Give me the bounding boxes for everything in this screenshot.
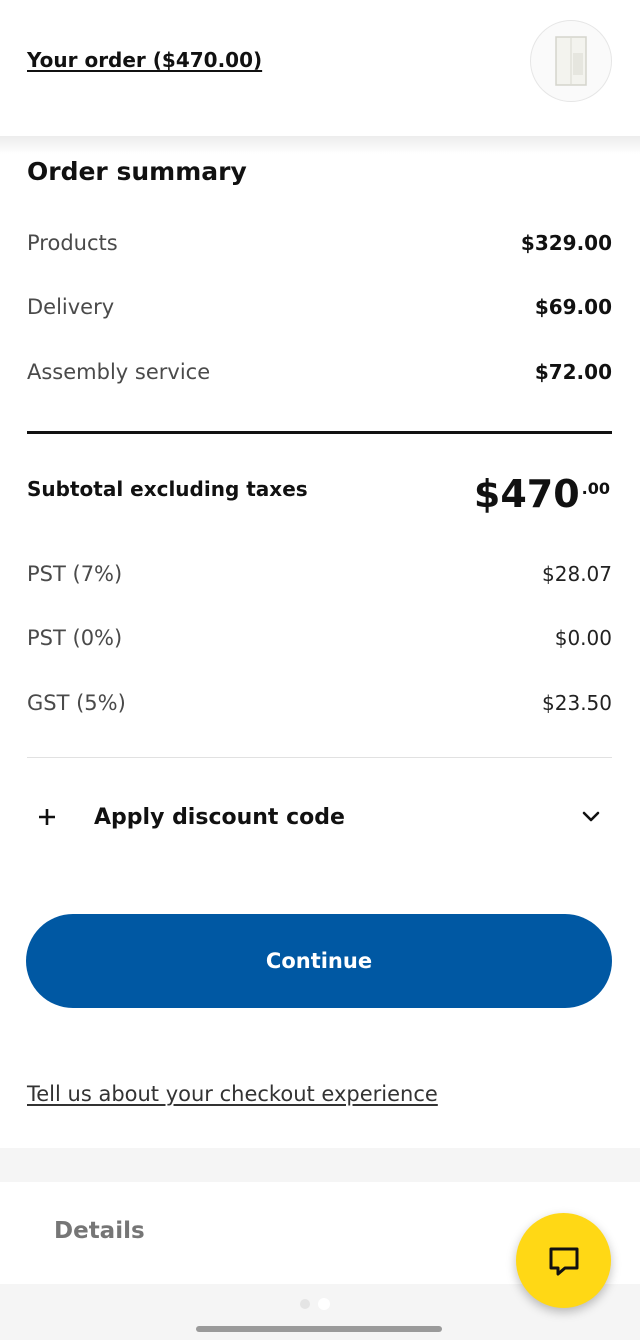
pager-dots [300, 1298, 330, 1310]
chevron-down-icon [582, 811, 600, 822]
subtotal-price: $470 .00 [474, 472, 610, 516]
checkout-feedback-link[interactable]: Tell us about your checkout experience [27, 1082, 438, 1106]
row-label: Delivery [27, 295, 115, 319]
row-value: $69.00 [534, 295, 612, 319]
product-thumbnail[interactable] [530, 20, 612, 102]
row-value: $28.07 [542, 562, 612, 586]
your-order-link[interactable]: Your order ($470.00) [27, 48, 262, 72]
continue-button[interactable]: Continue [26, 914, 612, 1008]
row-value: $72.00 [534, 360, 612, 384]
plus-icon [39, 809, 55, 825]
row-value: $23.50 [542, 691, 612, 715]
tax-row-pst-0: PST (0%) $0.00 [27, 621, 612, 655]
pager-dot [300, 1299, 310, 1309]
details-label[interactable]: Details [54, 1218, 145, 1244]
summary-row-products: Products $329.00 [27, 226, 612, 260]
subtotal-label: Subtotal excluding taxes [27, 477, 308, 501]
apply-discount-label: Apply discount code [94, 804, 345, 830]
chat-button[interactable] [516, 1213, 611, 1308]
row-label: Assembly service [27, 360, 211, 384]
summary-divider [27, 431, 612, 434]
section-separator-band [0, 1148, 640, 1182]
header-shadow [0, 136, 640, 154]
tax-row-pst-7: PST (7%) $28.07 [27, 557, 612, 591]
row-value: $0.00 [554, 626, 612, 650]
home-indicator[interactable] [196, 1326, 442, 1332]
row-label: GST (5%) [27, 691, 126, 715]
subtotal-cents: .00 [581, 479, 610, 498]
pager-dot-active [318, 1298, 330, 1310]
row-label: PST (0%) [27, 626, 123, 650]
row-value: $329.00 [520, 231, 612, 255]
summary-row-delivery: Delivery $69.00 [27, 290, 612, 324]
apply-discount-toggle[interactable]: Apply discount code [27, 795, 612, 839]
subtotal-amount: $470 [473, 472, 580, 516]
tax-row-gst-5: GST (5%) $23.50 [27, 686, 612, 720]
row-label: Products [27, 231, 118, 255]
order-summary-title: Order summary [27, 157, 247, 186]
section-divider [27, 757, 612, 758]
chat-bubble-icon [549, 1247, 578, 1275]
wardrobe-product-icon [555, 36, 587, 86]
summary-row-assembly: Assembly service $72.00 [27, 355, 612, 389]
order-header: Your order ($470.00) [0, 0, 640, 136]
row-label: PST (7%) [27, 562, 123, 586]
